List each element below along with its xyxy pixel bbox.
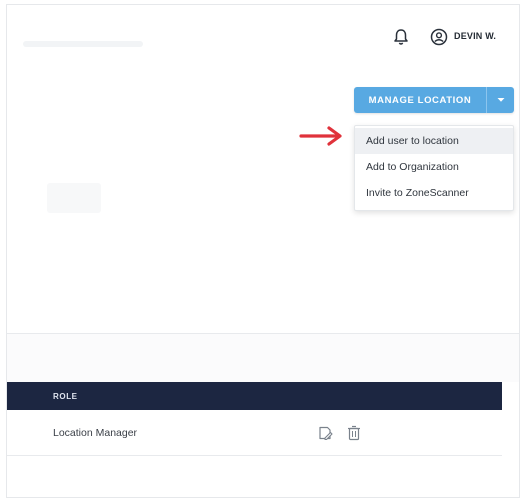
username-label[interactable]: DEVIN W. <box>454 31 496 41</box>
edit-icon[interactable] <box>317 425 333 441</box>
manage-location-button[interactable]: MANAGE LOCATION <box>354 87 486 113</box>
faded-content-placeholder <box>47 183 101 213</box>
manage-location-menu: Add user to location Add to Organization… <box>354 125 514 211</box>
bell-icon[interactable] <box>391 27 411 47</box>
user-circle-icon[interactable] <box>430 28 448 46</box>
column-header-role[interactable]: ROLE <box>53 392 78 401</box>
menu-item-add-user-to-location[interactable]: Add user to location <box>355 128 513 154</box>
right-arrow-icon <box>299 126 342 146</box>
table-row: Location Manager <box>7 410 502 456</box>
chevron-down-icon <box>497 98 504 102</box>
table-toolbar-area <box>7 334 519 382</box>
menu-item-invite-to-zonescanner[interactable]: Invite to ZoneScanner <box>355 180 513 206</box>
delete-icon[interactable] <box>347 425 361 441</box>
top-bar: DEVIN W. <box>7 5 519 69</box>
menu-item-add-to-organization[interactable]: Add to Organization <box>355 154 513 180</box>
table-header: ROLE <box>7 382 502 410</box>
manage-location-split-button: MANAGE LOCATION <box>354 87 514 113</box>
faded-nav-placeholder <box>23 41 143 47</box>
manage-location-caret-button[interactable] <box>486 87 514 113</box>
app-frame: DEVIN W. MANAGE LOCATION Add user to loc… <box>6 4 520 498</box>
role-cell: Location Manager <box>53 427 138 439</box>
